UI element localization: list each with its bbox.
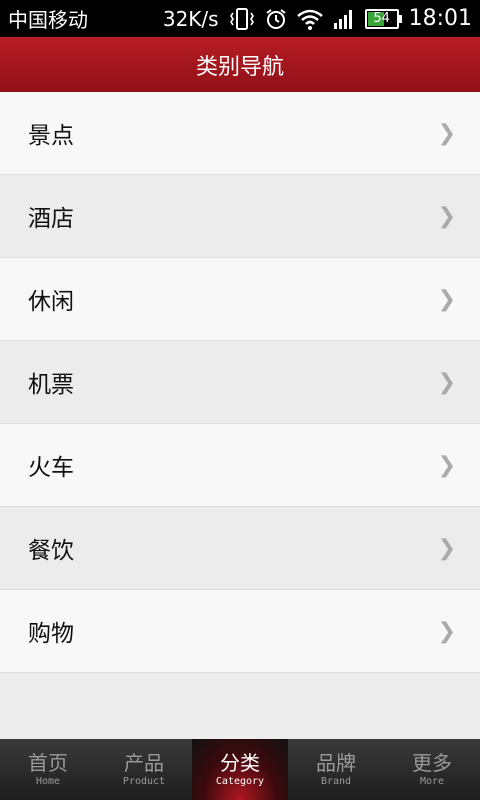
category-item-hotel[interactable]: 酒店 ❯	[0, 175, 480, 258]
tab-label: 品牌	[316, 750, 356, 775]
chevron-right-icon: ❯	[437, 452, 456, 478]
vibrate-icon	[229, 7, 255, 31]
chevron-right-icon: ❯	[437, 535, 456, 561]
tab-sublabel: Product	[122, 775, 166, 787]
tab-sublabel: More	[419, 775, 445, 787]
tab-category[interactable]: 分类 Category	[192, 739, 288, 800]
category-item-shopping[interactable]: 购物 ❯	[0, 590, 480, 673]
status-icons: 32K/s 54 18:01	[163, 6, 472, 31]
tab-label: 更多	[412, 750, 452, 775]
category-label: 火车	[28, 455, 74, 481]
category-item-flight[interactable]: 机票 ❯	[0, 341, 480, 424]
tab-sublabel: Brand	[320, 775, 352, 787]
tab-sublabel: Category	[215, 775, 265, 787]
tab-sublabel: Home	[35, 775, 61, 787]
battery-level-text: 54	[373, 11, 390, 26]
battery-icon: 54	[364, 8, 402, 29]
tab-brand[interactable]: 品牌 Brand	[288, 739, 384, 800]
page-title: 类别导航	[195, 54, 284, 80]
network-speed: 32K/s	[162, 6, 219, 31]
chevron-right-icon: ❯	[437, 369, 456, 395]
status-bar: 中国移动 32K/s 54 18:01	[0, 0, 480, 37]
chevron-right-icon: ❯	[437, 120, 456, 146]
tab-product[interactable]: 产品 Product	[96, 739, 192, 800]
page-title-bar: 类别导航	[0, 37, 480, 92]
category-label: 购物	[28, 621, 74, 647]
signal-icon	[333, 8, 355, 30]
category-list: 景点 ❯ 酒店 ❯ 休闲 ❯ 机票 ❯ 火车 ❯ 餐饮 ❯ 购物 ❯	[0, 92, 480, 673]
category-item-scenic[interactable]: 景点 ❯	[0, 92, 480, 175]
category-label: 景点	[28, 123, 74, 149]
carrier-name: 中国移动	[8, 8, 88, 32]
tab-label: 产品	[124, 750, 164, 775]
category-item-dining[interactable]: 餐饮 ❯	[0, 507, 480, 590]
category-label: 餐饮	[28, 538, 74, 564]
chevron-right-icon: ❯	[437, 203, 456, 229]
tab-label: 首页	[28, 750, 68, 775]
chevron-right-icon: ❯	[437, 618, 456, 644]
category-label: 机票	[28, 372, 74, 398]
tab-home[interactable]: 首页 Home	[0, 739, 96, 800]
category-item-leisure[interactable]: 休闲 ❯	[0, 258, 480, 341]
tab-label: 分类	[220, 750, 260, 775]
alarm-icon	[265, 8, 287, 30]
chevron-right-icon: ❯	[437, 286, 456, 312]
wifi-icon	[296, 8, 323, 30]
status-time: 18:01	[408, 6, 472, 31]
category-label: 休闲	[28, 289, 74, 315]
tab-more[interactable]: 更多 More	[384, 739, 480, 800]
category-label: 酒店	[28, 206, 74, 232]
category-item-train[interactable]: 火车 ❯	[0, 424, 480, 507]
bottom-nav: 首页 Home 产品 Product 分类 Category 品牌 Brand …	[0, 739, 480, 800]
